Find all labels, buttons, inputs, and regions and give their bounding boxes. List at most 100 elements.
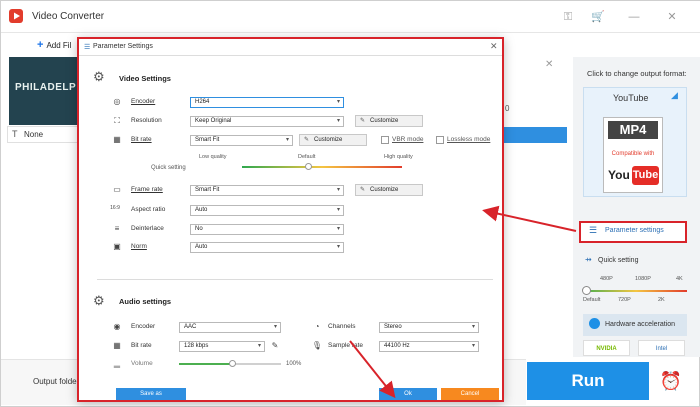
norm-label: Norm [131,243,147,250]
nvidia-badge[interactable]: NVIDIA [583,340,630,356]
low-quality-label: Low quality [199,154,227,160]
framerate-select[interactable]: Smart Fit ▾ [190,185,344,196]
encoder-label: Encoder [131,98,156,105]
audio-bitrate-icon: ▦ [113,341,121,350]
resolution-select[interactable]: Keep Original ▾ [190,116,344,127]
audio-settings-icon: ⚙ [93,293,105,308]
remove-file-icon[interactable]: ✕ [545,59,553,70]
subtitle-selector[interactable]: T None [7,126,79,143]
samplerate-value: 44100 Hz [384,343,410,349]
alarm-clock-icon[interactable]: ⏰ [653,363,689,399]
add-files-button[interactable]: + Add Fil [37,39,71,51]
plus-icon: + [37,39,44,51]
run-button[interactable]: Run [527,362,649,400]
youtube-you: You [608,168,630,182]
toggle-icon [589,318,600,329]
chevron-down-icon: ▾ [336,99,340,105]
format-name: YouTube [613,93,649,103]
video-thumbnail[interactable]: PHILADELP [9,57,77,125]
resolution-value: Keep Original [195,118,232,124]
save-as-button[interactable]: Save as [116,388,186,400]
audio-settings-title: Audio settings [119,297,172,306]
minimize-icon[interactable]: — [627,10,641,24]
parameter-settings-label: Parameter settings [605,227,664,234]
bitrate-icon: ▦ [113,135,121,144]
chevron-down-icon: ▾ [471,324,475,330]
aspect-ratio-label: Aspect ratio [131,206,166,213]
channels-value: Stereo [384,324,402,330]
cancel-button[interactable]: Cancel [441,388,499,400]
ok-button[interactable]: Ok [379,388,437,400]
pencil-icon: ✎ [360,187,366,193]
bitrate-customize-button[interactable]: ✎ Customize [299,134,367,146]
chevron-down-icon: ▾ [471,343,475,349]
lossless-mode-checkbox[interactable] [436,136,444,144]
audio-bitrate-label: Bit rate [131,342,152,349]
quick-setting-thumb[interactable] [582,286,591,295]
dialog-title-bar: ☰ Parameter Settings ✕ [79,39,502,56]
pencil-icon[interactable]: ✎ [269,341,281,350]
hardware-acceleration-label: Hardware acceleration [605,321,676,328]
quality-slider-thumb[interactable] [305,163,312,170]
youtube-tube: Tube [632,166,659,185]
framerate-customize-button[interactable]: ✎ Customize [355,184,423,196]
norm-icon: ▣ [113,242,121,251]
deinterlace-select[interactable]: No ▾ [190,224,344,235]
output-folder-label: Output folder [33,377,80,386]
channels-select[interactable]: Stereo ▾ [379,322,479,333]
cart-icon[interactable]: 🛒 [591,10,605,24]
samplerate-select[interactable]: 44100 Hz ▾ [379,341,479,352]
customize-label: Customize [370,118,399,124]
add-files-label: Add Fil [46,41,72,50]
encoder-select[interactable]: H264 ▾ [190,97,344,108]
chevron-down-icon: ▾ [336,244,340,250]
resolution-customize-button[interactable]: ✎ Customize [355,115,423,127]
volume-thumb[interactable] [229,360,236,367]
default-quality-label: Default [298,154,316,160]
close-icon[interactable]: ✕ [665,10,679,24]
deinterlace-label: Deinterlace [131,225,164,232]
volume-value: 100% [286,361,302,367]
compatible-text: Compatible with [611,151,655,157]
intel-badge[interactable]: Intel [638,340,685,356]
audio-encoder-value: AAC [184,324,197,330]
chevron-down-icon: ▾ [285,137,289,143]
qs-label-default: Default [583,297,601,303]
video-settings-title: Video Settings [119,74,171,83]
channels-icon: ◔ [314,322,320,331]
dialog-close-icon[interactable]: ✕ [490,41,498,52]
quality-slider-track[interactable] [242,166,402,168]
volume-track[interactable] [233,363,281,365]
bitrate-select[interactable]: Smart Fit ▾ [190,135,293,146]
chevron-down-icon: ▾ [336,187,340,193]
norm-select[interactable]: Auto ▾ [190,242,344,253]
qs-label-720p: 720P [618,297,631,303]
volume-fill [179,363,233,365]
qs-label-1080p: 1080P [635,276,651,282]
channels-label: Channels [328,323,356,330]
aspect-ratio-select[interactable]: Auto ▾ [190,205,344,216]
format-dropdown-icon[interactable]: ◢ [671,90,678,101]
vbr-mode-checkbox[interactable] [381,136,389,144]
encoder-value: H264 [195,99,210,105]
file-info-partial: 0 [505,104,510,113]
lossless-mode-label: Lossless mode [447,136,491,143]
pencil-icon: ✎ [360,118,366,124]
output-format-title: Click to change output format: [587,69,687,78]
video-settings-icon: ⚙ [93,69,105,84]
samplerate-label: Sample rate [328,342,364,349]
key-icon[interactable]: ⚿ [561,10,575,24]
thumbnail-text: PHILADELP [15,82,77,93]
qs-label-2k: 2K [658,297,665,303]
subtitle-value: None [24,130,44,139]
deinterlace-icon: ≡ [114,224,120,233]
app-logo-icon [9,9,23,23]
file-progress-band [501,127,567,143]
audio-encoder-select[interactable]: AAC ▾ [179,322,281,333]
audio-bitrate-select[interactable]: 128 kbps ▾ [179,341,265,352]
bitrate-value: Smart Fit [195,137,220,143]
encoder-icon: ◎ [113,97,121,106]
aspect-ratio-icon: 16:9 [110,205,120,211]
vbr-mode-label: VBR mode [392,136,424,143]
quick-setting-label: Quick setting [598,257,639,264]
